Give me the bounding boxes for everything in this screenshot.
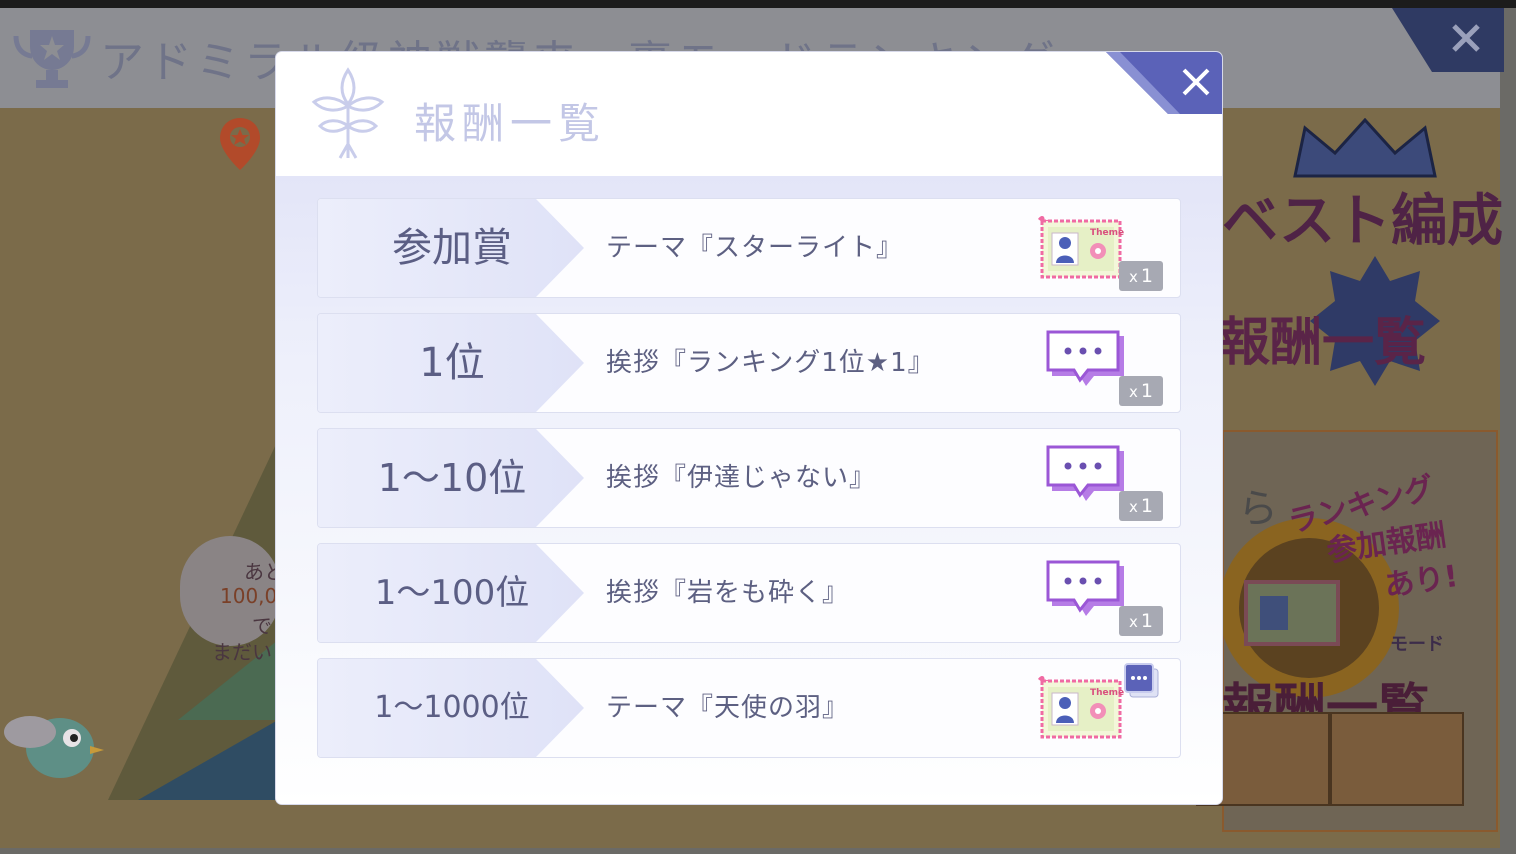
reward-row: 1位 挨拶『ランキング1位★1』 x1 (317, 313, 1181, 413)
crown-icon (1293, 118, 1437, 178)
reward-list: 参加賞 テーマ『スターライト』 Theme x1 1位 挨拶『ランキング1位★1… (276, 176, 1222, 804)
cloud-text-2: 100,0 (220, 584, 278, 608)
rank-label: 1位 (419, 340, 485, 386)
mascot-bird-icon (4, 716, 104, 778)
quantity-badge: x1 (1119, 606, 1163, 636)
rank-label: 1～10位 (377, 456, 527, 500)
reward-name: テーマ『スターライト』 (606, 233, 904, 263)
close-button[interactable] (1106, 52, 1222, 114)
theme-card-icon: Theme (1038, 675, 1124, 739)
promo-theme-card-icon (1244, 580, 1340, 646)
theme-label: Theme (1090, 228, 1124, 238)
background-close-icon (1392, 8, 1504, 72)
badge-best-formation: ベスト編成 (1222, 189, 1504, 254)
modal-title: 報酬一覧 (414, 99, 607, 148)
trophy-icon (13, 30, 91, 88)
rank-label: 参加賞 (392, 225, 512, 271)
chat-preview-icon[interactable] (1122, 661, 1162, 701)
modal-header: 報酬一覧 (276, 52, 1222, 176)
reward-row: 1～10位 挨拶『伊達じゃない』 x1 (317, 428, 1181, 528)
cloud-text-3: で (252, 614, 272, 638)
theme-label: Theme (1090, 688, 1124, 698)
chat-bubble-icon (1046, 445, 1124, 501)
promo-mode-label: モード (1390, 634, 1444, 655)
reward-row: 1～1000位 テーマ『天使の羽』 Theme (317, 658, 1181, 758)
reward-list-modal: 報酬一覧 参加賞 テーマ『スターライト』 Theme x 1 1位 挨拶『ランキ… (276, 52, 1222, 804)
reward-name: 挨拶『伊達じゃない』 (606, 463, 877, 493)
quantity-badge: x1 (1119, 261, 1163, 291)
theme-card-icon: Theme (1038, 215, 1124, 279)
badge-reward-list: 報酬一覧 (1218, 313, 1427, 373)
flower-emblem-icon (311, 67, 385, 159)
reward-name: 挨拶『ランキング1位★1』 (606, 348, 935, 378)
reward-row: 参加賞 テーマ『スターライト』 Theme x1 (317, 198, 1181, 298)
quantity-badge: x1 (1119, 491, 1163, 521)
reward-name: テーマ『天使の羽』 (606, 693, 850, 723)
rank-label: 1～1000位 (374, 690, 530, 725)
reward-name: 挨拶『岩をも砕く』 (606, 578, 850, 608)
rank-label: 1～100位 (374, 573, 530, 613)
chat-bubble-icon (1046, 330, 1124, 386)
bg-grid-cell (1330, 712, 1464, 806)
location-pin-icon (220, 118, 260, 170)
top-edge (0, 0, 1516, 8)
reward-row: 1～100位 挨拶『岩をも砕く』 x1 (317, 543, 1181, 643)
cloud-text-4: まだい (212, 640, 272, 664)
quantity-badge: x1 (1119, 376, 1163, 406)
chat-bubble-icon (1046, 560, 1124, 616)
